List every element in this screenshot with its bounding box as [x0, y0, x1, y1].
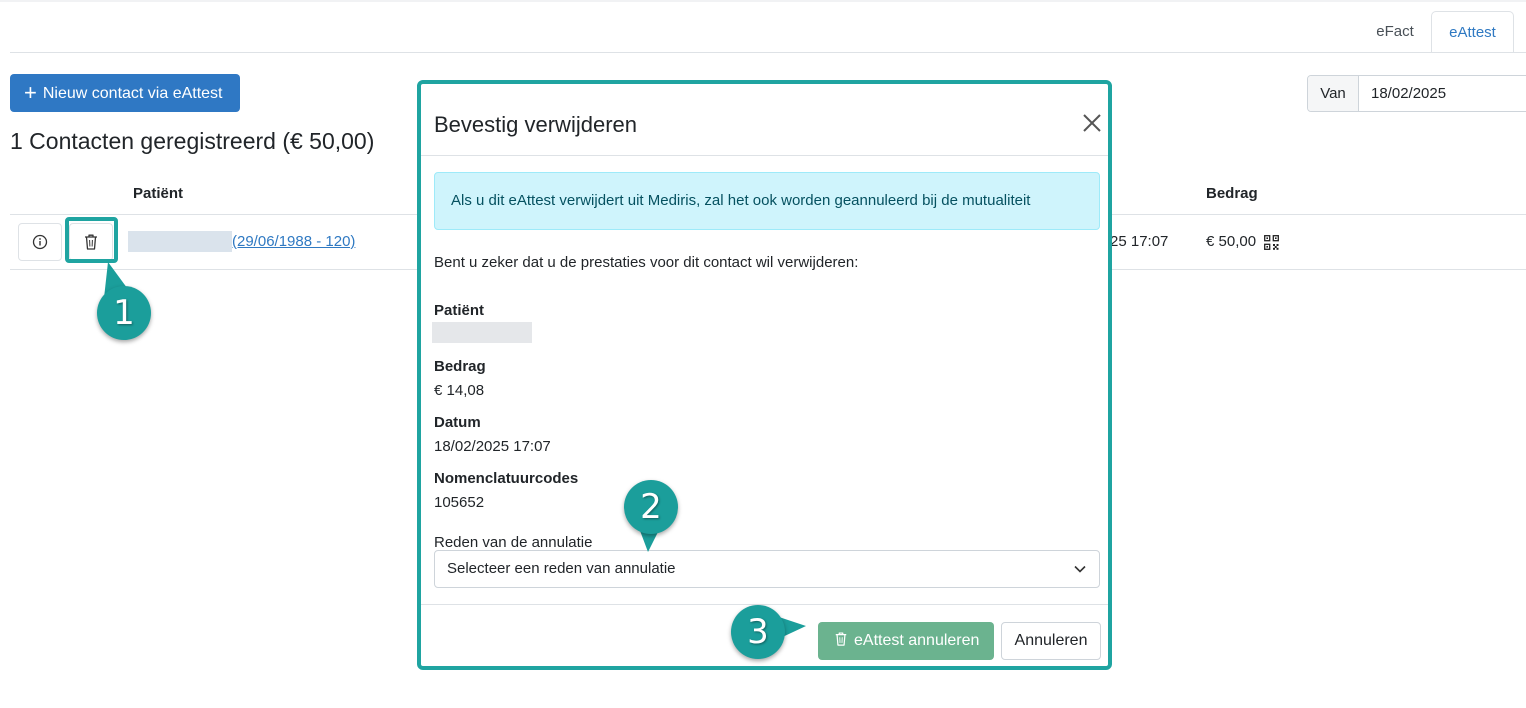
page-title: 1 Contacten geregistreerd (€ 50,00): [10, 128, 375, 154]
confirm-question: Bent u zeker dat u de prestaties voor di…: [434, 254, 859, 271]
column-header-amount: Bedrag: [1206, 185, 1258, 202]
top-border: [0, 0, 1526, 2]
confirm-delete-dialog: Bevestig verwijderen Als u dit eAttest v…: [417, 80, 1112, 670]
codes-field-value: 105652: [434, 494, 485, 511]
tabs-divider: [10, 52, 1526, 53]
cancel-eattest-label: eAttest annuleren: [854, 632, 980, 649]
chevron-down-icon: [1074, 565, 1086, 573]
patient-link[interactable]: (29/06/1988 - 120): [232, 233, 355, 250]
reason-select[interactable]: Selecteer een reden van annulatie: [434, 550, 1100, 588]
info-button[interactable]: [18, 223, 62, 261]
reason-label: Reden van de annulatie: [434, 534, 593, 551]
amount-field-value: € 14,08: [434, 382, 485, 399]
new-contact-label: Nieuw contact via eAttest: [42, 85, 223, 102]
step-marker-3: 3: [731, 605, 785, 659]
codes-field-label: Nomenclatuurcodes: [434, 470, 579, 487]
cancel-eattest-button[interactable]: eAttest annuleren: [818, 622, 994, 660]
step-1-highlight: [65, 217, 118, 263]
plus-icon: +: [24, 80, 37, 105]
qr-code-icon[interactable]: [1264, 235, 1279, 250]
row-date: 25 17:07: [1110, 233, 1169, 250]
close-dialog-button[interactable]: Annuleren: [1001, 622, 1101, 660]
info-alert: Als u dit eAttest verwijdert uit Mediris…: [434, 172, 1100, 230]
close-icon[interactable]: [1081, 112, 1103, 134]
step-marker-1: 1: [97, 286, 151, 340]
step-marker-2: 2: [624, 480, 678, 534]
date-field-value: 18/02/2025 17:07: [434, 438, 551, 455]
date-filter-input[interactable]: 18/02/2025: [1371, 76, 1446, 111]
new-contact-button[interactable]: + Nieuw contact via eAttest: [10, 74, 240, 112]
dialog-header-divider: [421, 155, 1108, 156]
info-icon: [32, 234, 48, 250]
reason-select-value: Selecteer een reden van annulatie: [447, 560, 676, 577]
date-filter-label: Van: [1308, 76, 1359, 111]
amount-field-label: Bedrag: [434, 358, 486, 375]
column-header-patient: Patiënt: [133, 185, 184, 202]
tab-efact[interactable]: eFact: [1362, 11, 1428, 53]
trash-icon: [835, 632, 847, 646]
patient-field-redacted: [432, 322, 532, 343]
date-filter[interactable]: Van 18/02/2025: [1307, 75, 1526, 112]
tab-eattest[interactable]: eAttest: [1431, 11, 1514, 53]
patient-field-label: Patiënt: [434, 302, 485, 319]
patient-name-redacted: [128, 231, 232, 252]
date-field-label: Datum: [434, 414, 481, 431]
dialog-title: Bevestig verwijderen: [434, 112, 637, 137]
row-amount: € 50,00: [1206, 233, 1257, 250]
